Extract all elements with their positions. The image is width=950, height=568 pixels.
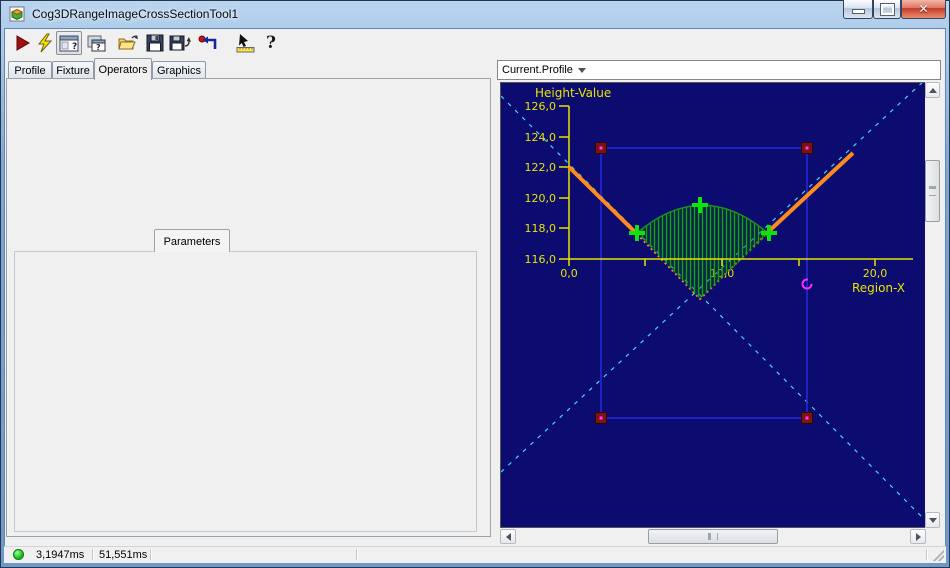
tab-label: Fixture [56, 65, 90, 77]
run-button[interactable] [10, 31, 34, 55]
window-title: Cog3DRangeImageCrossSectionTool1 [32, 7, 239, 21]
scroll-down-icon [928, 517, 937, 523]
total-time: 51,551ms [99, 549, 148, 561]
maximize-icon [879, 2, 895, 16]
scroll-up-button[interactable] [925, 82, 940, 98]
region-corner-handle[interactable] [595, 412, 607, 424]
save-button[interactable] [143, 31, 167, 55]
scroll-up-icon [928, 87, 937, 93]
scrollbar-thumb[interactable] [648, 529, 778, 544]
status-bar: 3,1947ms 51,551ms [4, 546, 946, 563]
scroll-down-button[interactable] [925, 512, 940, 528]
statusbar-separator [150, 549, 151, 560]
svg-text:?: ? [96, 43, 101, 52]
record-selector[interactable]: Current.Profile [497, 60, 941, 80]
floating-window-icon: ? [87, 35, 106, 52]
run-status-indicator [13, 549, 24, 560]
scrollbar-thumb[interactable] [925, 160, 940, 222]
y-tick-label: 118,0 [525, 222, 557, 235]
minimize-button[interactable] [843, 0, 873, 19]
statusbar-separator [92, 549, 93, 560]
thumb-grip [929, 186, 936, 196]
reset-arrow-icon [198, 35, 217, 49]
svg-text:?: ? [72, 42, 77, 52]
titlebar[interactable]: Cog3DRangeImageCrossSectionTool1 ✕ [0, 0, 950, 28]
tab-label: Parameters [163, 236, 221, 248]
y-tick-label: 120,0 [525, 192, 557, 205]
lightning-icon [37, 33, 53, 53]
open-file-button[interactable] [116, 31, 140, 55]
scroll-left-icon [505, 532, 511, 541]
statusbar-separator [926, 549, 927, 560]
y-tick-label: 126,0 [525, 100, 557, 113]
y-tick-label: 122,0 [525, 161, 557, 174]
statusbar-separator [356, 549, 357, 560]
execution-time: 3,1947ms [36, 549, 85, 561]
x-tick-label: 20,0 [863, 267, 888, 280]
tab-label: Operators [98, 64, 148, 76]
save-as-button[interactable] [169, 31, 193, 55]
thumb-grip [708, 533, 718, 540]
x-tick-label: 0,0 [560, 267, 578, 280]
reset-button[interactable] [196, 31, 220, 55]
resize-grip[interactable] [933, 550, 944, 561]
float-window-button[interactable]: ? [84, 31, 108, 55]
chevron-down-icon [573, 61, 591, 79]
x-axis-title: Region-X [852, 281, 905, 295]
scroll-left-button[interactable] [500, 529, 516, 544]
close-icon: ✕ [918, 2, 929, 16]
profile-chart: 10,0 126,0 124,0 122,0 120,0 118,0 116,0 [500, 79, 926, 528]
tab-label: Graphics [156, 65, 202, 77]
tab-label: Profile [14, 65, 46, 77]
y-axis-title: Height-Value [535, 86, 611, 100]
y-tick-label: 116,0 [525, 253, 557, 266]
region-corner-handle[interactable] [595, 142, 607, 154]
scroll-right-button[interactable] [910, 529, 926, 544]
profile-chart-canvas: 10,0 126,0 124,0 122,0 120,0 118,0 116,0 [500, 79, 926, 527]
minimize-icon [851, 9, 865, 14]
save-disk-icon [146, 34, 164, 52]
scroll-right-icon [915, 532, 921, 541]
tool-window: Cog3DRangeImageCrossSectionTool1 ✕ ? ? ?… [0, 0, 950, 568]
parameters-panel [14, 251, 477, 532]
pointer-ruler-icon [236, 34, 255, 53]
maximize-button[interactable] [873, 0, 901, 19]
app-icon [9, 6, 25, 22]
tab-operators[interactable]: Operators [94, 58, 152, 80]
display-panel: Current.Profile 126,0 124,0 122,0 120,0 … [497, 60, 941, 545]
show-electrode-button[interactable]: ? [56, 31, 82, 55]
region-corner-handle[interactable] [801, 412, 813, 424]
help-button[interactable]: ? [259, 31, 283, 55]
save-as-icon [169, 35, 191, 51]
record-selector-value: Current.Profile [502, 64, 573, 76]
tab-parameters[interactable]: Parameters [154, 229, 230, 252]
chart-background [501, 83, 925, 527]
region-corner-handle[interactable] [801, 142, 813, 154]
pointer-tool-button[interactable] [234, 31, 258, 55]
play-icon [16, 35, 30, 51]
help-icon: ? [266, 33, 276, 53]
embedded-window-icon: ? [59, 35, 79, 52]
y-tick-label: 124,0 [525, 131, 557, 144]
open-folder-icon [118, 35, 138, 50]
display-vertical-scrollbar[interactable] [925, 82, 940, 528]
run-once-button[interactable] [33, 31, 57, 55]
close-button[interactable]: ✕ [901, 0, 946, 19]
display-horizontal-scrollbar[interactable] [500, 529, 926, 544]
